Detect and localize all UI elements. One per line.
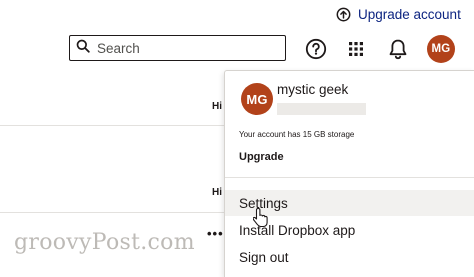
column-label: Hi (212, 187, 222, 198)
storage-info: Your account has 15 GB storage (239, 130, 355, 139)
bell-icon[interactable] (386, 37, 410, 61)
search-icon (76, 39, 90, 58)
account-menu: MG mystic geek Your account has 15 GB st… (224, 70, 474, 277)
column-label: Hi (212, 101, 222, 112)
list-divider (0, 125, 224, 126)
app-grid-icon[interactable] (344, 37, 368, 61)
account-avatar-button[interactable]: MG (427, 35, 455, 63)
upgrade-button[interactable]: Upgrade (239, 151, 284, 163)
upgrade-account-label: Upgrade account (358, 6, 461, 22)
redacted-email (277, 103, 366, 115)
list-divider (0, 212, 224, 213)
search-box[interactable] (69, 35, 286, 61)
upgrade-arrow-icon (336, 7, 351, 22)
more-actions-icon[interactable]: ••• (207, 226, 224, 241)
menu-item-sign-out[interactable]: Sign out (225, 244, 474, 270)
search-input[interactable] (97, 40, 267, 56)
upgrade-account-link[interactable]: Upgrade account (336, 4, 461, 24)
watermark: groovyPost.com (14, 230, 195, 255)
help-icon[interactable] (304, 37, 328, 61)
menu-avatar: MG (241, 83, 273, 115)
user-name: mystic geek (277, 82, 349, 97)
hand-cursor-icon (252, 207, 269, 234)
menu-divider (225, 177, 474, 178)
